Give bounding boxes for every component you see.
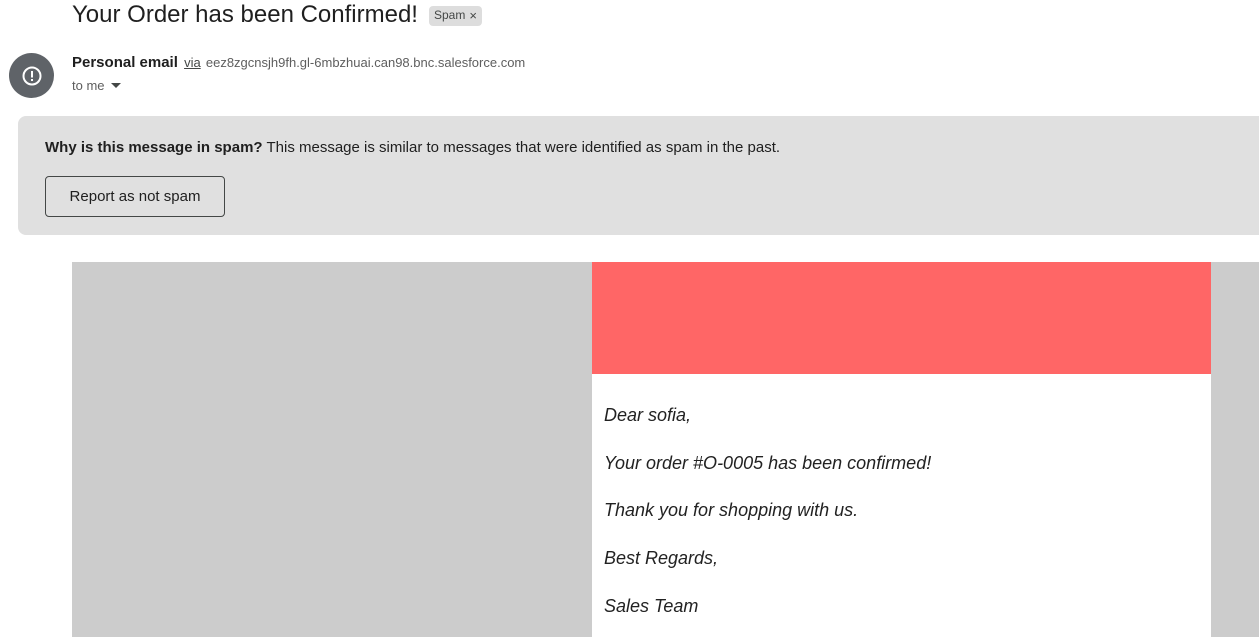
email-greeting: Dear sofia,: [604, 405, 692, 425]
sender-avatar[interactable]: [9, 53, 54, 98]
spam-reason-explanation: This message is similar to messages that…: [266, 139, 781, 156]
report-not-spam-button[interactable]: Report as not spam: [45, 176, 225, 217]
recipient-text: to me: [72, 78, 105, 93]
sender-line: Personal email via eez8zgcnsjh9fh.gl-6mb…: [72, 54, 525, 71]
sender-domain: eez8zgcnsjh9fh.gl-6mbzhuai.can98.bnc.sal…: [205, 55, 526, 70]
email-content-card: Dear sofia, Your order #O-0005 has been …: [592, 262, 1211, 637]
email-header-band: [592, 262, 1211, 374]
caret-down-icon: [110, 82, 121, 88]
alert-circle-icon: [22, 66, 41, 85]
recipient-details-toggle[interactable]: to me: [72, 78, 121, 93]
email-thanks-line: Thank you for shopping with us.: [604, 500, 859, 520]
sender-name[interactable]: Personal email: [72, 54, 178, 71]
email-closing: Best Regards,: [604, 548, 719, 568]
remove-label-icon[interactable]: ×: [469, 8, 477, 23]
spam-label-chip[interactable]: Spam ×: [428, 6, 482, 26]
via-link[interactable]: via: [184, 55, 201, 70]
spam-reason-question: Why is this message in spam?: [45, 139, 263, 156]
email-body-canvas: Dear sofia, Your order #O-0005 has been …: [72, 262, 1259, 637]
email-subject: Your Order has been Confirmed!: [72, 1, 418, 28]
spam-label-text: Spam: [433, 8, 466, 22]
spam-warning-banner: Why is this message in spam? This messag…: [18, 116, 1259, 235]
spam-reason: Why is this message in spam? This messag…: [45, 139, 780, 156]
email-order-line: Your order #O-0005 has been confirmed!: [604, 453, 932, 473]
email-signature: Sales Team: [604, 596, 699, 616]
subject-row: Your Order has been Confirmed! Spam ×: [72, 0, 482, 30]
